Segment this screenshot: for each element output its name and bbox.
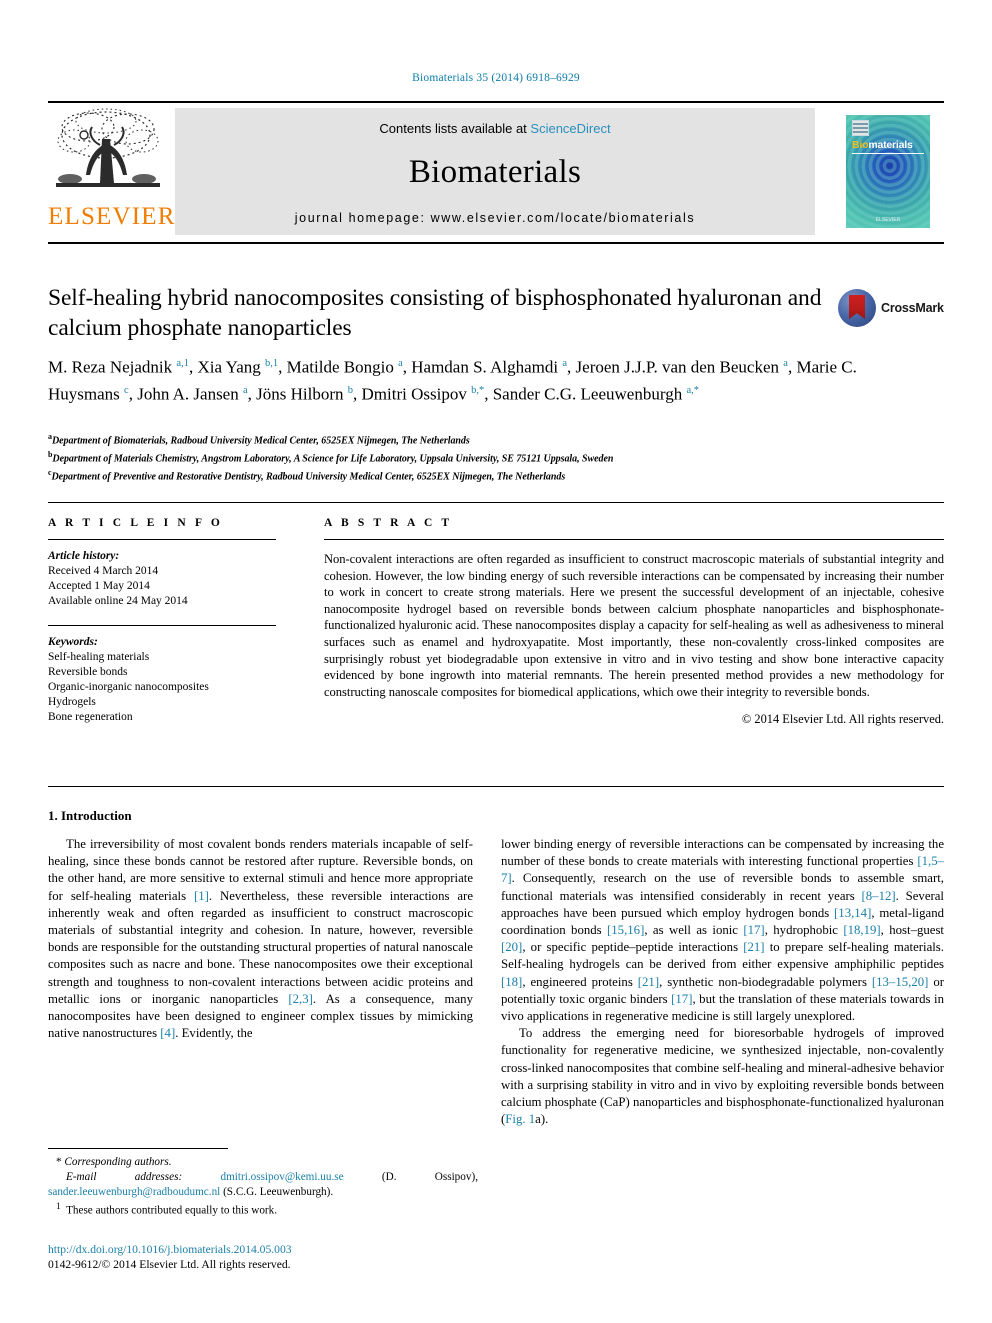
article-info-separator [48,625,276,626]
affiliation-text: Department of Materials Chemistry, Angst… [52,453,614,465]
footnote-block: * Corresponding authors. E-mail addresse… [48,1155,478,1219]
crossmark-badge[interactable]: CrossMark [838,287,944,329]
abstract-bottom-rule [48,786,944,787]
journal-name: Biomaterials [408,154,582,190]
elsevier-logo: ELSEVIER [48,105,176,240]
keyword-item: Organic-inorganic nanocomposites [48,681,209,693]
article-info-column: A R T I C L E I N F O Article history: R… [48,517,276,725]
crossmark-icon [838,289,876,327]
elsevier-tree-icon [56,108,160,187]
doi-block: http://dx.doi.org/10.1016/j.biomaterials… [48,1242,488,1272]
body-paragraph: To address the emerging need for bioreso… [501,1026,944,1127]
affiliation-item: aDepartment of Biomaterials, Radboud Uni… [48,430,908,448]
page-title: Self-healing hybrid nanocomposites consi… [48,285,822,341]
title-block: Self-healing hybrid nanocomposites consi… [48,283,838,343]
keywords-label: Keywords: [48,636,98,648]
body-paragraph: lower binding energy of reversible inter… [501,837,945,1024]
abstract-copyright: © 2014 Elsevier Ltd. All rights reserved… [741,712,944,727]
issn-copyright-line: 0142-9612/© 2014 Elsevier Ltd. All right… [48,1258,291,1271]
contents-prefix: Contents lists available at [379,121,531,136]
email-addresses-note[interactable]: E-mail addresses: dmitri.ossipov@kemi.uu… [48,1170,478,1200]
body-column-left: The irreversibility of most covalent bon… [48,836,473,1042]
cover-title-underline [852,153,924,154]
journal-cover-thumbnail: Biomaterials ELSEVIER [832,108,944,235]
abstract-heading: A B S T R A C T [324,517,453,529]
corresponding-author-note: * Corresponding authors. [56,1156,172,1168]
author-list: M. Reza Nejadnik a,1, Xia Yang b,1, Mati… [48,357,857,404]
keyword-item: Reversible bonds [48,666,128,678]
contents-available-line: Contents lists available at ScienceDirec… [175,108,815,136]
footnote-rule [48,1148,228,1149]
cover-footer-text: ELSEVIER [875,217,901,223]
affiliation-item: cDepartment of Preventive and Restorativ… [48,466,908,484]
cover-title-part1: Bio [852,139,869,151]
crossmark-label: CrossMark [881,301,944,315]
body-paragraph: The irreversibility of most covalent bon… [48,837,473,1041]
masthead-top-rule [48,101,944,103]
doi-link[interactable]: http://dx.doi.org/10.1016/j.biomaterials… [48,1242,488,1257]
affiliation-text: Department of Biomaterials, Radboud Univ… [51,435,470,447]
abstract-text: Non-covalent interactions are often rega… [324,552,944,699]
history-item: Available online 24 May 2014 [48,595,188,607]
masthead-bottom-rule [48,242,944,244]
section-heading-introduction: 1. Introduction [48,808,132,823]
equal-contribution-note: 1 These authors contributed equally to t… [56,1202,278,1217]
keyword-item: Hydrogels [48,696,96,708]
journal-band: Contents lists available at ScienceDirec… [175,108,815,235]
cover-title: Biomaterials [852,139,913,151]
journal-homepage-link[interactable]: journal homepage: www.elsevier.com/locat… [175,211,815,225]
keyword-item: Bone regeneration [48,711,133,723]
cover-publisher-mark-icon [852,120,869,136]
journal-masthead: ELSEVIER Contents lists available at Sci… [48,101,944,244]
abstract-heading-rule [324,539,944,540]
cover-title-part2: materials [868,139,913,151]
article-history-label: Article history: [48,550,120,562]
abstract-top-rule [48,502,944,503]
abstract-column: A B S T R A C T Non-covalent interaction… [324,517,944,727]
elsevier-wordmark: ELSEVIER [48,203,176,230]
keywords-group: Keywords: Self-healing materials Reversi… [48,635,276,725]
article-info-heading: A R T I C L E I N F O [48,517,223,529]
affiliation-text: Department of Preventive and Restorative… [51,470,566,482]
history-item: Received 4 March 2014 [48,565,159,577]
sciencedirect-link[interactable]: ScienceDirect [530,121,610,136]
history-item: Accepted 1 May 2014 [48,580,150,592]
article-info-heading-rule [48,539,276,540]
article-page: Biomaterials 35 (2014) 6918–6929 ELSEVIE… [0,0,992,1323]
running-head: Biomaterials 35 (2014) 6918–6929 [412,72,580,84]
journal-cover-image: Biomaterials ELSEVIER [846,115,930,228]
article-history-group: Article history: Received 4 March 2014 A… [48,549,276,609]
keyword-item: Self-healing materials [48,651,150,663]
affiliation-item: bDepartment of Materials Chemistry, Angs… [48,448,908,466]
affiliation-list: aDepartment of Biomaterials, Radboud Uni… [48,430,908,483]
body-column-right: lower binding energy of reversible inter… [501,836,944,1128]
